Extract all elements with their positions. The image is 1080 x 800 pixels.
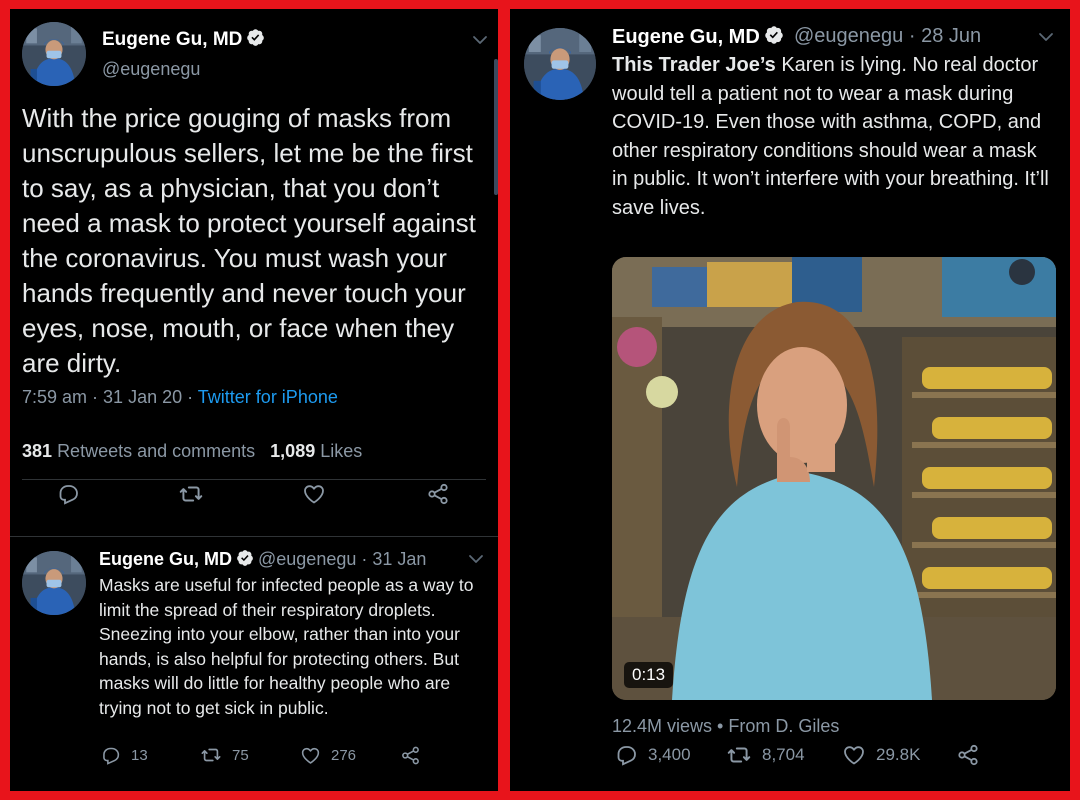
retweet-button[interactable]: 75 <box>200 744 249 766</box>
verified-badge-icon <box>246 28 265 47</box>
video-views-line: 12.4M views • From D. Giles <box>612 716 839 737</box>
retweet-count: 8,704 <box>762 745 805 764</box>
likes-label: Likes <box>320 441 363 461</box>
video-attribution[interactable]: From D. Giles <box>728 716 839 736</box>
verified-badge-icon <box>764 25 784 45</box>
chevron-down-icon[interactable] <box>1038 32 1054 42</box>
author-name[interactable]: Eugene Gu, MD <box>612 25 784 49</box>
tweet-text-rest: Karen is lying. No real doctor would tel… <box>612 54 1049 219</box>
author-name-text: Eugene Gu, MD <box>102 29 243 50</box>
reply-author-avatar[interactable] <box>22 551 86 615</box>
likes-stat[interactable]: 1,089 Likes <box>270 441 362 461</box>
meta-separator: · <box>356 549 373 569</box>
reply-tweet-text: Masks are useful for infected people as … <box>99 575 474 718</box>
reply-button[interactable]: 3,400 <box>614 743 691 767</box>
verified-badge-icon <box>236 549 254 567</box>
retweets-label: Retweets and comments <box>57 441 256 461</box>
share-button[interactable] <box>956 743 980 767</box>
retweets-count: 381 <box>22 441 53 461</box>
scrollbar-thumb[interactable] <box>494 59 498 195</box>
tweet-meta: 7:59 am · 31 Jan 20 · Twitter for iPhone <box>22 387 338 408</box>
tweet-source-link[interactable]: Twitter for iPhone <box>198 387 338 407</box>
chevron-down-icon[interactable] <box>468 554 484 564</box>
author-avatar[interactable] <box>524 28 596 100</box>
like-icon <box>300 745 321 766</box>
author-handle[interactable]: @eugenegu <box>102 59 200 80</box>
author-avatar[interactable] <box>22 22 86 86</box>
like-button[interactable]: 29.8K <box>842 743 920 767</box>
reply-handle-line: @eugenegu · 31 Jan <box>258 549 426 570</box>
reply-button[interactable] <box>56 482 80 506</box>
divider <box>10 536 498 537</box>
video-duration: 0:13 <box>624 662 674 688</box>
reply-handle[interactable]: @eugenegu <box>258 549 356 569</box>
tweet-time: 7:59 am <box>22 387 88 407</box>
avatar-image <box>22 551 86 615</box>
share-button[interactable] <box>426 482 450 506</box>
tweet-stats: 381 Retweets and comments 1,089 Likes <box>22 441 362 462</box>
video-thumbnail <box>612 257 1056 700</box>
views-count: 12.4M views <box>612 716 713 736</box>
tweet-date[interactable]: 28 Jun <box>921 25 981 47</box>
divider <box>22 479 486 480</box>
author-name-text: Eugene Gu, MD <box>612 26 760 48</box>
like-count: 276 <box>331 746 357 764</box>
reply-count: 3,400 <box>648 745 691 764</box>
reply-author-name-text: Eugene Gu, MD <box>99 549 233 569</box>
share-icon <box>426 482 450 506</box>
retweet-button[interactable]: 8,704 <box>726 742 805 768</box>
retweet-icon <box>726 742 752 768</box>
tweet-date: 31 Jan 20 <box>103 387 183 407</box>
views-separator: • <box>712 716 729 736</box>
avatar-image <box>22 22 86 86</box>
video-player[interactable]: 0:13 <box>612 257 1056 700</box>
reply-count: 13 <box>131 746 148 764</box>
reply-author-name[interactable]: Eugene Gu, MD <box>99 549 254 570</box>
like-button[interactable] <box>302 482 326 506</box>
tweet-text-bold: This Trader Joe’s <box>612 54 776 76</box>
tweet-text: This Trader Joe’s Karen is lying. No rea… <box>612 51 1052 222</box>
like-button[interactable]: 276 <box>300 745 356 766</box>
like-icon <box>302 482 326 506</box>
reply-date[interactable]: 31 Jan <box>372 549 426 569</box>
reply-icon <box>100 745 121 766</box>
reply-button[interactable]: 13 <box>100 745 148 766</box>
right-tweet-panel: Eugene Gu, MD @eugenegu · 28 Jun This Tr… <box>510 9 1070 791</box>
avatar-image <box>524 28 596 100</box>
like-count: 29.8K <box>876 745 921 764</box>
chevron-down-icon[interactable] <box>472 35 488 45</box>
meta-separator: · <box>903 25 922 47</box>
retweets-stat[interactable]: 381 Retweets and comments <box>22 441 255 461</box>
retweet-count: 75 <box>232 746 249 764</box>
reply-icon <box>56 482 80 506</box>
share-icon <box>400 745 421 766</box>
meta-separator: · <box>182 387 198 407</box>
likes-count: 1,089 <box>270 441 316 461</box>
retweet-icon <box>178 481 204 507</box>
handle-line: @eugenegu · 28 Jun <box>794 25 981 48</box>
meta-separator: · <box>87 387 104 407</box>
retweet-icon <box>200 744 222 766</box>
left-tweet-panel: Eugene Gu, MD @eugenegu With the price g… <box>10 9 498 791</box>
tweet-text: With the price gouging of masks from uns… <box>22 103 476 378</box>
share-icon <box>956 743 980 767</box>
reply-icon <box>614 743 638 767</box>
author-name[interactable]: Eugene Gu, MD <box>102 28 265 51</box>
like-icon <box>842 743 866 767</box>
share-button[interactable] <box>400 745 421 766</box>
retweet-button[interactable] <box>178 481 204 507</box>
author-handle[interactable]: @eugenegu <box>794 25 903 47</box>
